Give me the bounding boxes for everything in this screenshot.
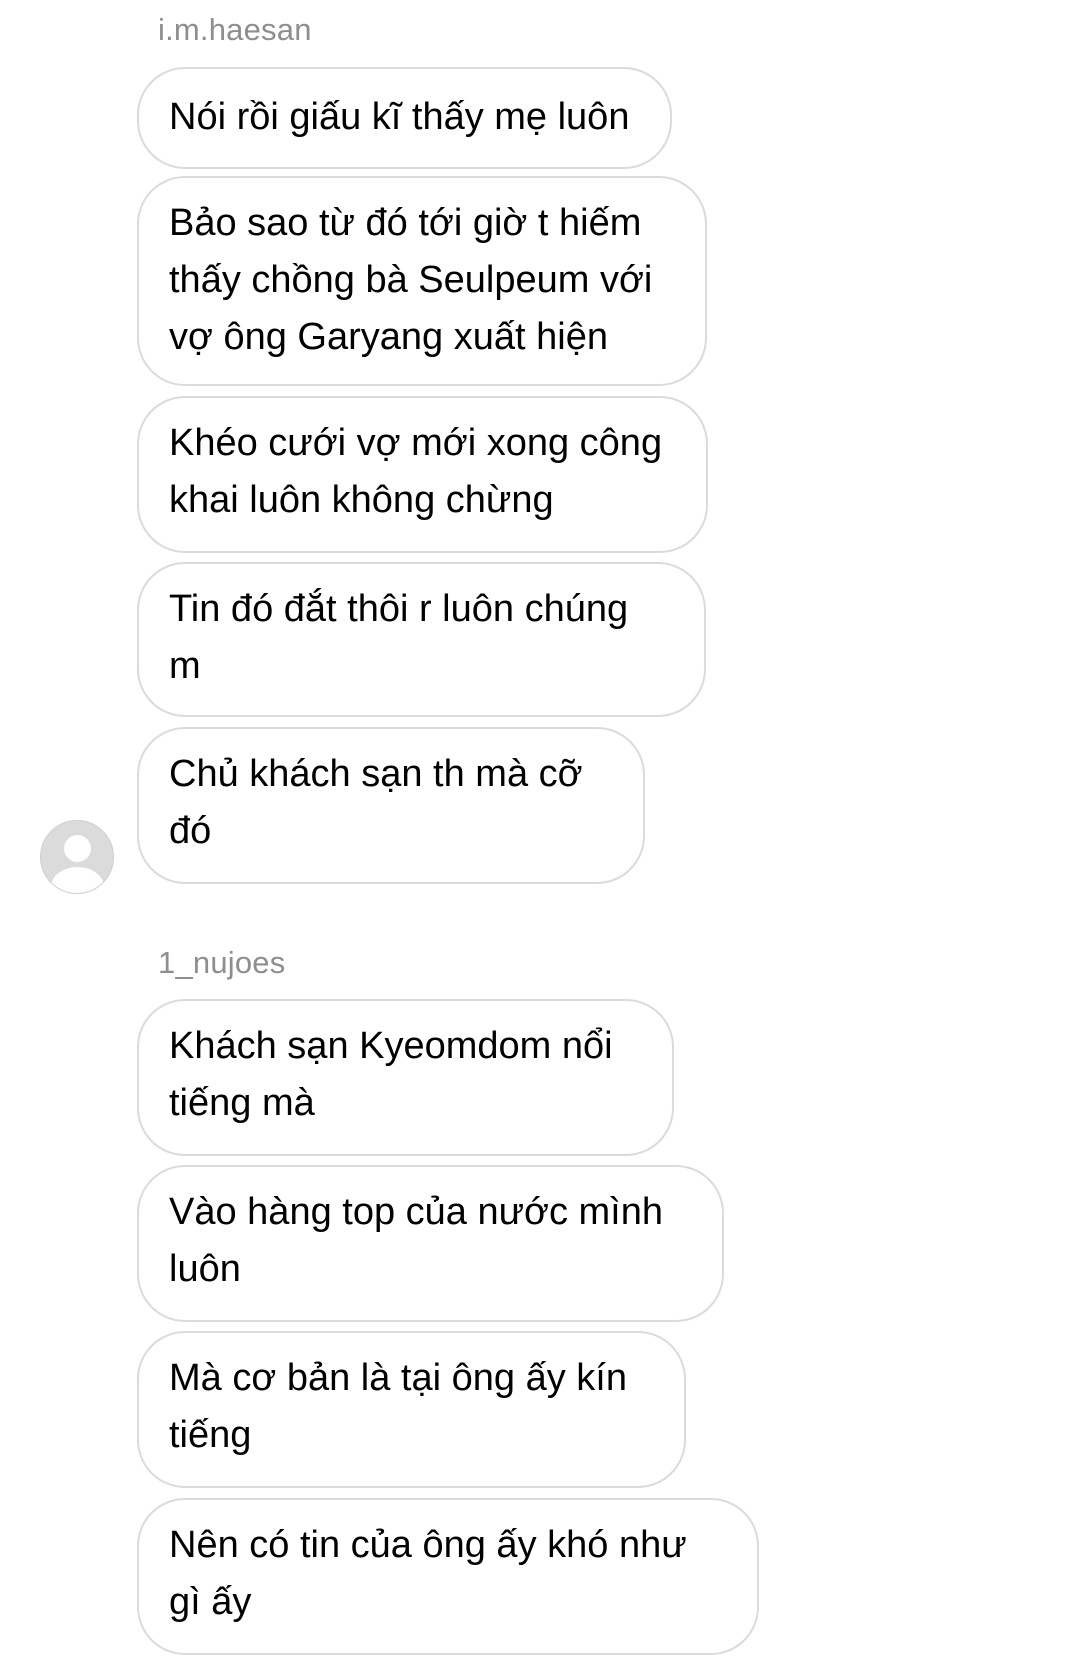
message-text-line: Bảo sao từ đó tới giờ t hiếm	[169, 202, 642, 244]
message-bubble[interactable]: Nên có tin của ông ấy khó như gì ấy	[137, 1498, 759, 1655]
message-bubble[interactable]: Nói rồi giấu kĩ thấy mẹ luôn	[137, 67, 672, 169]
message-text-line: khai luôn không chừng	[169, 479, 554, 521]
message-bubble[interactable]: Khéo cưới vợ mới xong công khai luôn khô…	[137, 396, 708, 553]
message-bubble[interactable]: Bảo sao từ đó tới giờ t hiếm thấy chồng …	[137, 176, 707, 386]
message-text-line: Khách sạn Kyeomdom nổi	[169, 1025, 613, 1067]
message-bubble[interactable]: Chủ khách sạn th mà cỡ đó	[137, 727, 645, 884]
message-text-line: thấy chồng bà Seulpeum với	[169, 259, 653, 301]
avatar[interactable]	[40, 820, 114, 894]
message-text-line: m	[169, 645, 201, 687]
message-text-line: luôn	[169, 1248, 241, 1290]
sender-name: i.m.haesan	[158, 12, 312, 47]
message-text-line: Vào hàng top của nước mình	[169, 1191, 663, 1233]
sender-name: 1_nujoes	[158, 945, 286, 980]
message-bubble[interactable]: Mà cơ bản là tại ông ấy kín tiếng	[137, 1331, 686, 1488]
message-text-line: đó	[169, 810, 212, 852]
message-text-line: Nói rồi giấu kĩ thấy mẹ luôn	[169, 96, 630, 138]
message-text-line: tiếng mà	[169, 1082, 315, 1124]
message-text-line: gì ấy	[169, 1581, 252, 1623]
message-text-line: Tin đó đắt thôi r luôn chúng	[169, 588, 629, 630]
message-text-line: Chủ khách sạn th mà cỡ	[169, 753, 583, 795]
message-text-line: Khéo cưới vợ mới xong công	[169, 422, 663, 464]
message-text-line: vợ ông Garyang xuất hiện	[169, 316, 608, 358]
message-bubble[interactable]: Khách sạn Kyeomdom nổi tiếng mà	[137, 999, 674, 1156]
message-text-line: Nên có tin của ông ấy khó như	[169, 1524, 687, 1566]
message-text-line: Mà cơ bản là tại ông ấy kín	[169, 1357, 627, 1399]
message-bubble[interactable]: Vào hàng top của nước mình luôn	[137, 1165, 724, 1322]
message-text-line: tiếng	[169, 1414, 252, 1456]
message-bubble[interactable]: Tin đó đắt thôi r luôn chúng m	[137, 562, 706, 717]
